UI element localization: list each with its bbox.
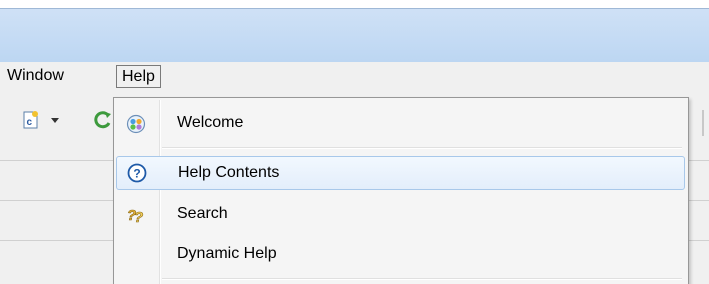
- menu-help[interactable]: Help: [116, 65, 161, 88]
- svg-text:c: c: [27, 117, 33, 128]
- menu-window[interactable]: Window: [2, 65, 69, 87]
- dropdown-arrow-icon[interactable]: [50, 110, 60, 130]
- title-bar: [0, 0, 709, 63]
- menu-item-help-contents[interactable]: ? Help Contents: [116, 156, 685, 190]
- new-c-file-icon[interactable]: c: [22, 110, 40, 130]
- help-contents-icon: ?: [127, 163, 147, 183]
- menu-item-label: Search: [177, 205, 228, 222]
- refresh-icon[interactable]: [93, 110, 113, 130]
- svg-text:?: ?: [133, 167, 140, 181]
- menu-item-dynamic-help[interactable]: Dynamic Help: [116, 237, 684, 271]
- menu-item-label: Welcome: [177, 114, 244, 131]
- menu-bar: Window Help: [0, 62, 709, 93]
- menu-item-search[interactable]: ? ? Search: [116, 197, 684, 231]
- menu-separator: [162, 278, 682, 280]
- menu-item-label: Dynamic Help: [177, 245, 277, 262]
- ide-window: Window Help c Welcome ? Help Contents ? …: [0, 0, 709, 284]
- svg-text:?: ?: [134, 209, 143, 225]
- toolbar-edge: [702, 110, 704, 136]
- title-bar-band: [0, 8, 709, 63]
- welcome-icon: [126, 113, 146, 134]
- help-dropdown-menu: Welcome ? Help Contents ? ? Search Dynam…: [113, 97, 689, 284]
- search-icon: ? ?: [126, 204, 146, 227]
- menu-item-welcome[interactable]: Welcome: [116, 106, 684, 140]
- menu-item-label: Help Contents: [178, 164, 280, 181]
- menu-separator: [162, 147, 682, 149]
